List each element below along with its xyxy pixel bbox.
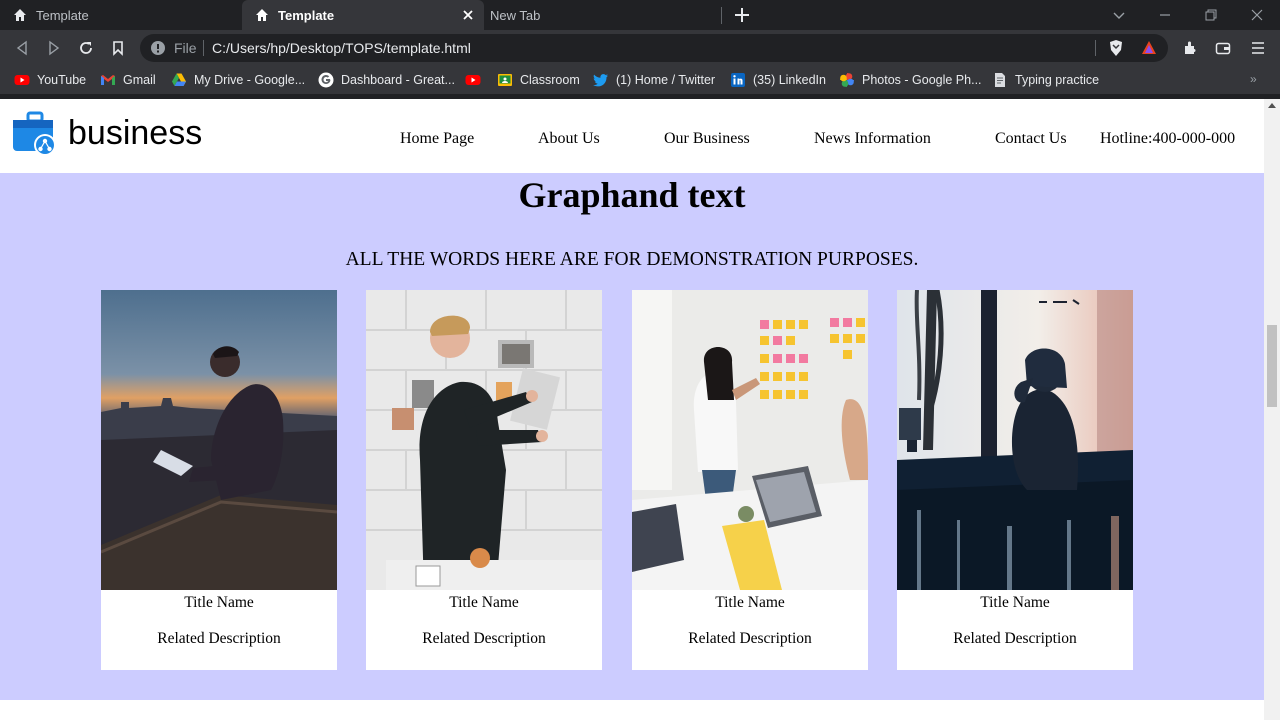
youtube-icon xyxy=(14,75,30,85)
close-tab-icon[interactable] xyxy=(460,7,476,23)
bookmark-label: Gmail xyxy=(123,73,156,87)
twitter-icon xyxy=(593,74,608,87)
home-icon xyxy=(256,9,268,21)
url-text[interactable]: C:/Users/hp/Desktop/TOPS/template.html xyxy=(212,40,471,56)
new-tab-icon[interactable] xyxy=(733,6,751,24)
bookmark-icon[interactable] xyxy=(110,40,126,56)
classroom-icon xyxy=(498,74,512,86)
bookmark-typing-practice[interactable]: Typing practice xyxy=(992,71,1099,89)
extensions-icon[interactable] xyxy=(1182,40,1198,56)
address-divider xyxy=(1095,40,1096,56)
linkedin-icon xyxy=(731,73,745,87)
bookmark-youtube[interactable]: YouTube xyxy=(14,71,86,89)
card-description: Related Description xyxy=(157,630,281,647)
google-icon xyxy=(318,72,334,88)
youtube-icon xyxy=(465,75,481,85)
bookmark-linkedin[interactable]: (35) LinkedIn xyxy=(730,71,826,89)
nav-contact-us[interactable]: Contact Us xyxy=(995,130,1067,148)
address-divider xyxy=(203,40,204,56)
nav-our-business[interactable]: Our Business xyxy=(664,130,750,148)
bookmark-label: Photos - Google Ph... xyxy=(862,73,982,87)
tab-search-chevron-icon[interactable] xyxy=(1111,7,1127,23)
menu-icon[interactable] xyxy=(1250,40,1266,56)
card-title: Title Name xyxy=(715,594,785,611)
google-photos-icon xyxy=(840,73,854,87)
tab-new-tab[interactable]: New Tab xyxy=(484,0,722,30)
tab-divider xyxy=(721,7,722,24)
tab-template-1[interactable]: Template xyxy=(0,0,242,30)
page-icon xyxy=(995,73,1005,87)
bookmark-youtube-2[interactable] xyxy=(465,71,488,89)
scheme-label: File xyxy=(174,40,197,56)
tab-strip: Template Template New Tab xyxy=(0,0,1280,30)
page-viewport: business Home Page About Us Our Business… xyxy=(0,99,1280,720)
business-card[interactable]: Title Name Related Description xyxy=(897,290,1133,670)
browser-toolbar: File C:/Users/hp/Desktop/TOPS/template.h… xyxy=(0,30,1280,66)
card-photo-woman-sticky-notes xyxy=(632,290,868,590)
bookmark-my-drive[interactable]: My Drive - Google... xyxy=(171,71,305,89)
bookmarks-bar: YouTube Gmail My Drive - Google... Dashb… xyxy=(0,66,1280,94)
wallet-icon[interactable] xyxy=(1215,40,1231,56)
reload-icon[interactable] xyxy=(78,40,94,56)
bookmark-classroom[interactable]: Classroom xyxy=(497,71,580,89)
bookmark-gmail[interactable]: Gmail xyxy=(100,71,156,89)
site-header: business Home Page About Us Our Business… xyxy=(0,99,1264,173)
minimize-icon[interactable] xyxy=(1157,7,1173,23)
briefcase-logo-icon[interactable] xyxy=(12,111,58,157)
next-section-edge xyxy=(0,700,1264,720)
card-photo-man-laptop-sunset xyxy=(101,290,337,590)
nav-news-information[interactable]: News Information xyxy=(814,130,931,148)
hotline-text: Hotline:400-000-000 xyxy=(1100,130,1236,147)
card-title: Title Name xyxy=(449,594,519,611)
tab-label: Template xyxy=(278,7,335,23)
tab-label: New Tab xyxy=(490,7,541,23)
card-description: Related Description xyxy=(953,630,1077,647)
card-photo-man-photo-wall xyxy=(366,290,602,590)
business-card[interactable]: Title Name Related Description xyxy=(101,290,337,670)
card-description: Related Description xyxy=(688,630,812,647)
bookmark-label: (35) LinkedIn xyxy=(753,73,826,87)
forward-icon[interactable] xyxy=(46,40,62,56)
bookmark-label: Typing practice xyxy=(1015,73,1100,87)
back-icon[interactable] xyxy=(14,40,30,56)
nav-about-us[interactable]: About Us xyxy=(538,130,600,148)
bookmark-label: My Drive - Google... xyxy=(194,73,306,87)
info-icon[interactable] xyxy=(150,40,166,56)
address-bar[interactable]: File C:/Users/hp/Desktop/TOPS/template.h… xyxy=(140,34,1168,62)
logo-text[interactable]: business xyxy=(68,114,202,153)
tab-template-2[interactable]: Template xyxy=(242,0,484,30)
card-title: Title Name xyxy=(184,594,254,611)
restore-icon[interactable] xyxy=(1203,7,1219,23)
page-scrollbar[interactable] xyxy=(1264,99,1280,720)
scroll-up-arrow-icon[interactable] xyxy=(1268,103,1276,108)
bookmark-dashboard[interactable]: Dashboard - Great... xyxy=(318,71,455,89)
section-subheading: ALL THE WORDS HERE ARE FOR DEMONSTRATION… xyxy=(345,249,919,270)
business-card[interactable]: Title Name Related Description xyxy=(366,290,602,670)
bookmark-label: Classroom xyxy=(520,73,580,87)
card-description: Related Description xyxy=(422,630,546,647)
bookmark-label: (1) Home / Twitter xyxy=(616,73,716,87)
close-window-icon[interactable] xyxy=(1249,7,1265,23)
business-card[interactable]: Title Name Related Description xyxy=(632,290,868,670)
tab-label: Template xyxy=(36,7,89,23)
scrollbar-thumb[interactable] xyxy=(1267,325,1277,407)
brave-rewards-icon[interactable] xyxy=(1141,40,1157,56)
gmail-icon xyxy=(101,75,115,85)
brave-shield-icon[interactable] xyxy=(1108,39,1124,57)
section-heading: Graphand text xyxy=(518,175,746,215)
card-title: Title Name xyxy=(980,594,1050,611)
card-photo-person-silhouette-window xyxy=(897,290,1133,590)
nav-home-page[interactable]: Home Page xyxy=(400,130,474,148)
bookmarks-overflow-icon[interactable]: » xyxy=(1250,72,1257,86)
bookmark-label: Dashboard - Great... xyxy=(341,73,455,87)
bookmark-photos[interactable]: Photos - Google Ph... xyxy=(839,71,982,89)
google-drive-icon xyxy=(172,73,186,86)
home-icon xyxy=(14,9,26,21)
bookmark-twitter[interactable]: (1) Home / Twitter xyxy=(593,71,715,89)
bookmark-label: YouTube xyxy=(37,73,87,87)
